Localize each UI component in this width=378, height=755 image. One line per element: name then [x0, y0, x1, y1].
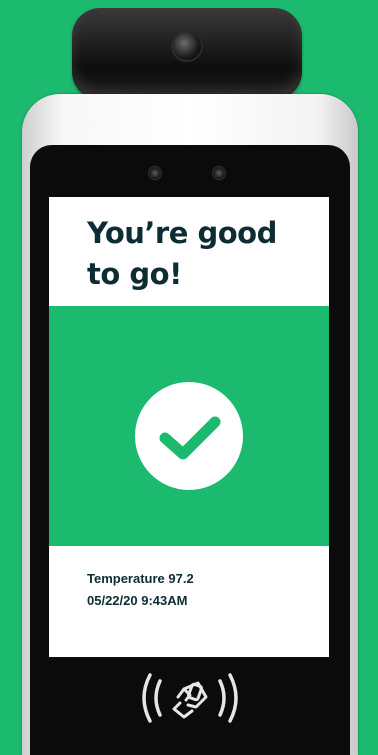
- headline-line-1: You’re good: [87, 216, 277, 250]
- status-panel: [49, 306, 329, 546]
- checkmark-icon: [159, 416, 221, 460]
- front-camera-left-icon: [148, 166, 162, 180]
- status-headline: You’re good to go!: [87, 213, 317, 295]
- headline-line-2: to go!: [87, 257, 182, 291]
- temperature-reading: Temperature 97.2: [87, 571, 194, 586]
- nfc-contactless-icon: [140, 667, 240, 729]
- check-circle: [135, 382, 243, 490]
- timestamp: 05/22/20 9:43AM: [87, 593, 188, 608]
- front-camera-right-icon: [212, 166, 226, 180]
- camera-lens-icon: [171, 30, 203, 62]
- device-screen: You’re good to go! Temperature 97.2 05/2…: [49, 197, 329, 657]
